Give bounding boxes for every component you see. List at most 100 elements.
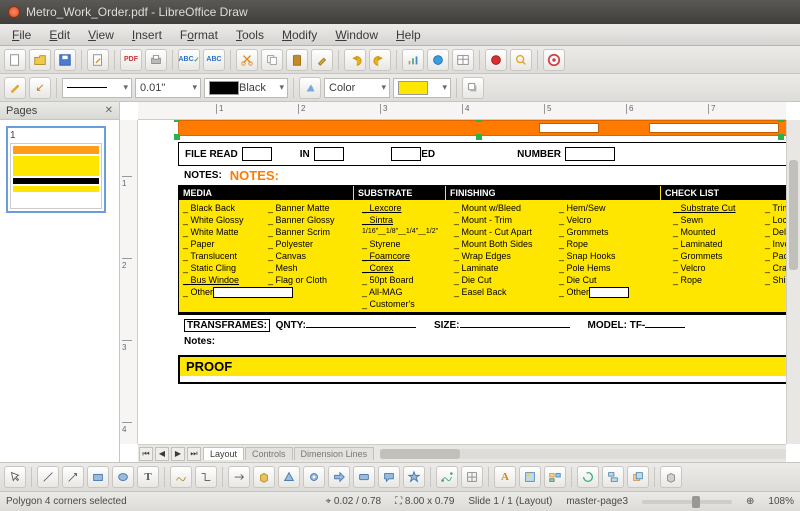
lines-arrows-tool[interactable] bbox=[228, 466, 250, 488]
tab-dimension-lines[interactable]: Dimension Lines bbox=[294, 447, 375, 460]
show-draw-functions-button[interactable] bbox=[4, 77, 26, 99]
selection-handle[interactable] bbox=[174, 120, 180, 122]
navigator-button[interactable] bbox=[485, 49, 507, 71]
autospellcheck-button[interactable]: ABC bbox=[203, 49, 225, 71]
chart-button[interactable] bbox=[402, 49, 424, 71]
list-item: Grommets bbox=[673, 250, 765, 262]
tab-nav-first[interactable]: ⏮ bbox=[139, 447, 153, 461]
menu-file[interactable]: File bbox=[4, 26, 39, 44]
list-item: Black Back bbox=[183, 202, 268, 214]
fill-type-dropdown[interactable]: Color bbox=[324, 78, 390, 98]
stars-tool[interactable] bbox=[403, 466, 425, 488]
header-substrate: SUBSTRATE bbox=[354, 186, 446, 200]
connector-tool[interactable] bbox=[195, 466, 217, 488]
points-tool[interactable] bbox=[436, 466, 458, 488]
list-item: Mount - Cut Apart bbox=[454, 226, 559, 238]
select-tool[interactable] bbox=[4, 466, 26, 488]
line-style-dropdown[interactable] bbox=[62, 78, 132, 98]
status-zoom[interactable]: 108% bbox=[768, 496, 794, 507]
menu-window[interactable]: Window bbox=[327, 26, 386, 44]
selected-polygon[interactable] bbox=[178, 120, 786, 136]
tab-nav-prev[interactable]: ◀ bbox=[155, 447, 169, 461]
ruler-h-tick: 1 bbox=[216, 104, 223, 114]
redo-button[interactable] bbox=[369, 49, 391, 71]
curve-tool[interactable] bbox=[170, 466, 192, 488]
shadow-button[interactable] bbox=[462, 77, 484, 99]
new-button[interactable] bbox=[4, 49, 26, 71]
pages-panel-close-icon[interactable]: ✕ bbox=[105, 105, 113, 116]
ruler-vertical[interactable]: 1 2 3 4 bbox=[120, 120, 138, 444]
paste-button[interactable] bbox=[286, 49, 308, 71]
area-button[interactable] bbox=[299, 77, 321, 99]
format-paintbrush-button[interactable] bbox=[311, 49, 333, 71]
menu-edit[interactable]: Edit bbox=[41, 26, 78, 44]
copy-button[interactable] bbox=[261, 49, 283, 71]
zoom-button[interactable] bbox=[510, 49, 532, 71]
page-thumbnail-1[interactable]: 1 bbox=[6, 126, 106, 213]
rectangle-tool[interactable] bbox=[87, 466, 109, 488]
tab-layout[interactable]: Layout bbox=[203, 447, 244, 460]
zoom-slider[interactable] bbox=[642, 500, 732, 504]
from-file-tool[interactable] bbox=[519, 466, 541, 488]
list-item: Rope bbox=[673, 274, 765, 286]
ruler-horizontal[interactable]: 1 2 3 4 5 6 7 bbox=[138, 102, 786, 120]
list-item: Inven bbox=[765, 238, 786, 250]
menu-view[interactable]: View bbox=[80, 26, 122, 44]
export-pdf-button[interactable]: PDF bbox=[120, 49, 142, 71]
selection-handle[interactable] bbox=[476, 120, 482, 122]
menu-format[interactable]: Format bbox=[172, 26, 226, 44]
open-button[interactable] bbox=[29, 49, 51, 71]
save-button[interactable] bbox=[54, 49, 76, 71]
line-arrow-tool[interactable] bbox=[62, 466, 84, 488]
scrollbar-vertical[interactable] bbox=[786, 120, 800, 444]
extrusion-tool[interactable] bbox=[660, 466, 682, 488]
table-button[interactable] bbox=[452, 49, 474, 71]
list-item: Die Cut bbox=[559, 274, 664, 286]
document-page[interactable]: FILE READ IN PRI ED NUMBER NOTES: NOTES: bbox=[178, 120, 786, 384]
selection-handle[interactable] bbox=[476, 134, 482, 140]
selection-handle[interactable] bbox=[174, 134, 180, 140]
menu-modify[interactable]: Modify bbox=[274, 26, 325, 44]
line-tool[interactable] bbox=[37, 466, 59, 488]
cut-button[interactable] bbox=[236, 49, 258, 71]
menu-tools[interactable]: Tools bbox=[228, 26, 272, 44]
block-arrows-tool[interactable] bbox=[328, 466, 350, 488]
fill-color-dropdown[interactable] bbox=[393, 78, 451, 98]
menu-help[interactable]: Help bbox=[388, 26, 429, 44]
arrow-style-button[interactable]: ↙ bbox=[29, 77, 51, 99]
line-color-dropdown[interactable]: Black bbox=[204, 78, 288, 98]
fontwork-tool[interactable]: A bbox=[494, 466, 516, 488]
text-tool[interactable]: T bbox=[137, 466, 159, 488]
drawing-canvas[interactable]: FILE READ IN PRI ED NUMBER NOTES: NOTES: bbox=[138, 120, 786, 444]
notes-line: NOTES: NOTES: bbox=[178, 166, 786, 185]
hyperlink-button[interactable] bbox=[427, 49, 449, 71]
window-close-button[interactable] bbox=[8, 6, 20, 18]
undo-button[interactable] bbox=[344, 49, 366, 71]
flowchart-tool[interactable] bbox=[353, 466, 375, 488]
ellipse-tool[interactable] bbox=[112, 466, 134, 488]
selection-handle[interactable] bbox=[778, 120, 784, 122]
pages-panel-body[interactable]: 1 bbox=[0, 120, 119, 462]
tab-controls[interactable]: Controls bbox=[245, 447, 293, 460]
3d-objects-tool[interactable] bbox=[253, 466, 275, 488]
edit-file-button[interactable] bbox=[87, 49, 109, 71]
basic-shapes-tool[interactable] bbox=[278, 466, 300, 488]
tab-nav-next[interactable]: ▶ bbox=[171, 447, 185, 461]
gallery-tool[interactable] bbox=[544, 466, 566, 488]
scrollbar-horizontal[interactable] bbox=[380, 449, 786, 459]
alignment-tool[interactable] bbox=[602, 466, 624, 488]
spellcheck-button[interactable]: ABC✓ bbox=[178, 49, 200, 71]
status-bar: Polygon 4 corners selected ⌖ 0.02 / 0.78… bbox=[0, 491, 800, 511]
arrange-tool[interactable] bbox=[627, 466, 649, 488]
gluepoints-tool[interactable] bbox=[461, 466, 483, 488]
selection-handle[interactable] bbox=[778, 134, 784, 140]
list-item: Substrate Cut bbox=[673, 202, 765, 214]
menu-insert[interactable]: Insert bbox=[124, 26, 170, 44]
tab-nav-last[interactable]: ⏭ bbox=[187, 447, 201, 461]
line-width-dropdown[interactable]: 0.01" bbox=[135, 78, 201, 98]
print-button[interactable] bbox=[145, 49, 167, 71]
symbol-shapes-tool[interactable] bbox=[303, 466, 325, 488]
callouts-tool[interactable] bbox=[378, 466, 400, 488]
help-button[interactable] bbox=[543, 49, 565, 71]
rotate-tool[interactable] bbox=[577, 466, 599, 488]
